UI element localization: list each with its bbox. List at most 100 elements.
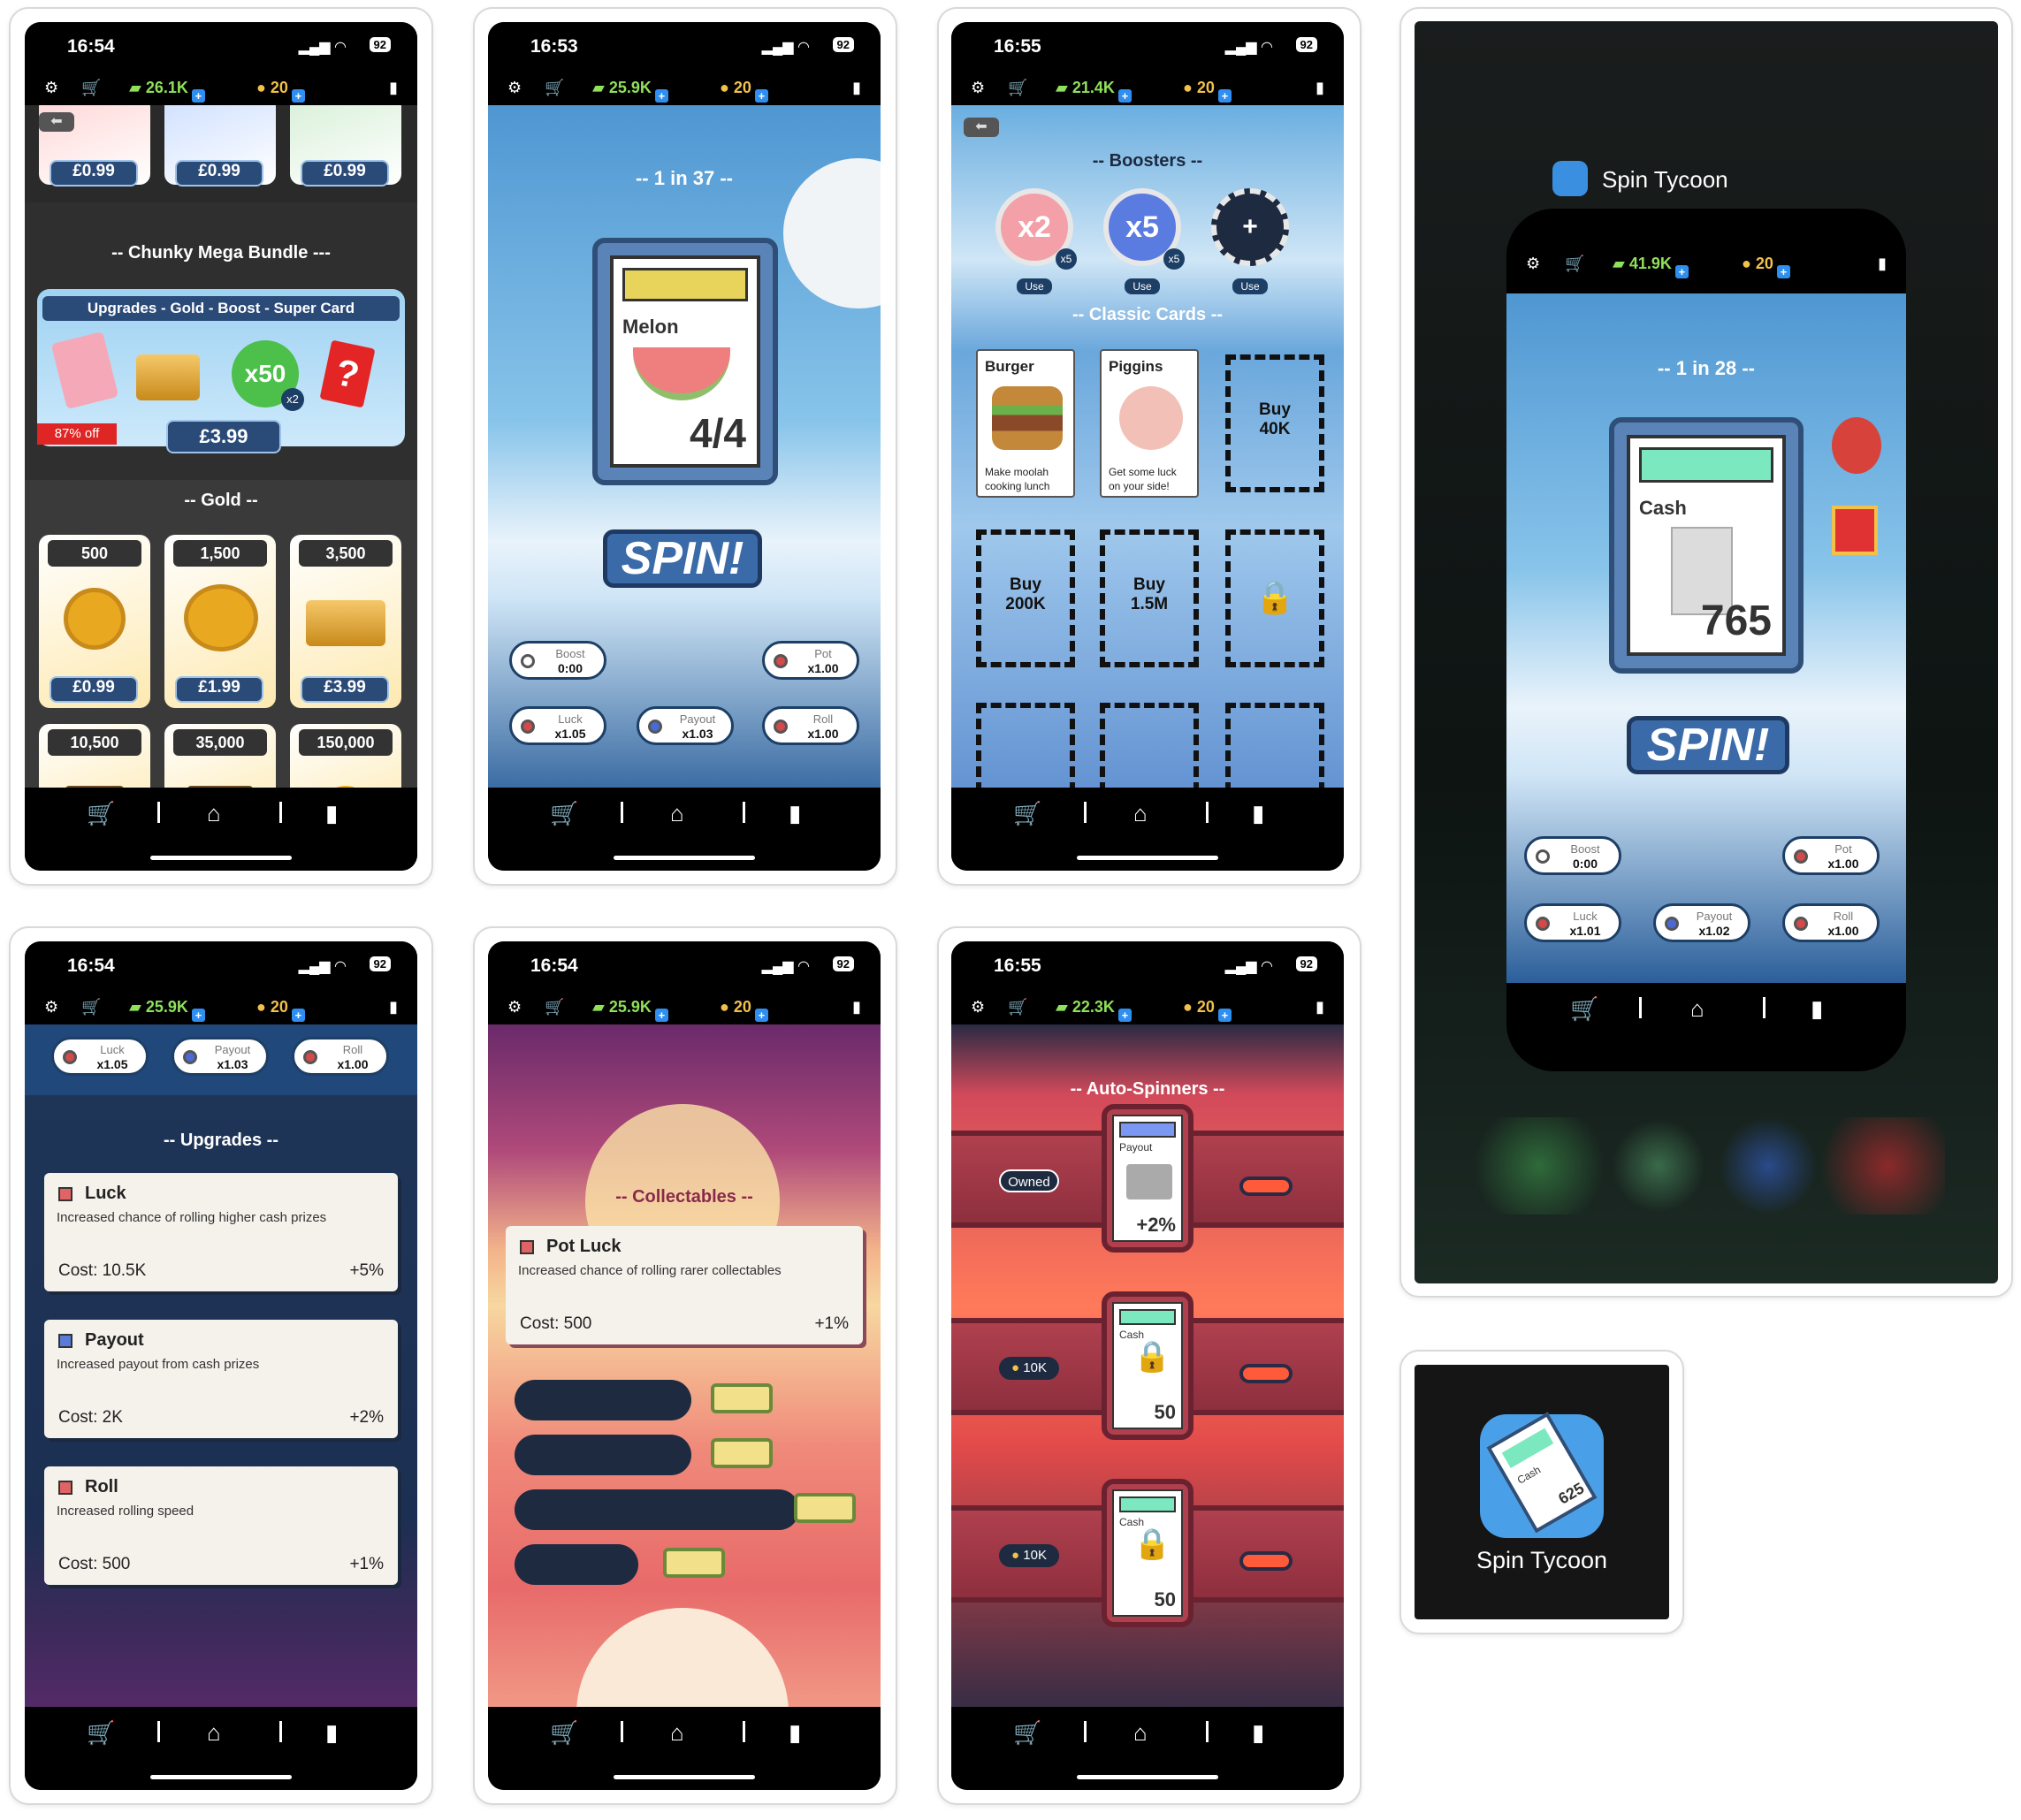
- toggle-switch[interactable]: [1239, 1364, 1293, 1383]
- home-icon[interactable]: ⌂: [207, 1719, 221, 1747]
- cart-icon[interactable]: 🛒: [1008, 998, 1027, 1017]
- bundle-panel[interactable]: Upgrades - Gold - Boost - Super Card x50…: [37, 289, 405, 453]
- cart-icon[interactable]: 🛒: [550, 800, 578, 827]
- price-badge[interactable]: ● 10K: [999, 1544, 1059, 1567]
- cart-icon[interactable]: 🛒: [1013, 800, 1041, 827]
- pot-pill[interactable]: Pot x1.00: [762, 641, 859, 680]
- cards-icon[interactable]: ▮: [1316, 79, 1324, 97]
- upgrade-card-payout[interactable]: Payout Increased payout from cash prizes…: [44, 1320, 398, 1438]
- cards-icon[interactable]: ▮: [389, 998, 398, 1017]
- cart-icon[interactable]: 🛒: [81, 79, 101, 97]
- home-icon[interactable]: ⌂: [670, 800, 684, 827]
- buy-slot[interactable]: Buy 1.5M: [1100, 529, 1199, 667]
- back-arrow-icon[interactable]: ⬅: [964, 118, 999, 137]
- roll-pill[interactable]: Roll x1.00: [292, 1037, 389, 1076]
- home-indicator[interactable]: [614, 856, 755, 860]
- gear-icon[interactable]: ⚙: [971, 998, 985, 1017]
- home-indicator[interactable]: [1077, 856, 1218, 860]
- add-gold-button[interactable]: +: [291, 89, 305, 103]
- cash-chest-button[interactable]: [711, 1383, 773, 1413]
- autospinner-card[interactable]: Cash 🔒 50: [1102, 1479, 1194, 1627]
- home-icon[interactable]: ⌂: [207, 800, 221, 827]
- luck-pill[interactable]: Luck x1.05: [509, 706, 606, 745]
- gold-tile[interactable]: 3,500 £3.99: [290, 535, 401, 708]
- gold-tile[interactable]: 500 £0.99: [39, 535, 150, 708]
- use-button[interactable]: Use: [1232, 278, 1268, 294]
- upgrade-card-luck[interactable]: Luck Increased chance of rolling higher …: [44, 1173, 398, 1291]
- gear-icon[interactable]: ⚙: [507, 998, 522, 1017]
- autospinner-card[interactable]: Payout +2%: [1102, 1104, 1194, 1253]
- cards-icon[interactable]: ▮: [1252, 800, 1264, 827]
- add-cash-button[interactable]: +: [191, 89, 205, 103]
- bundle-price-button[interactable]: £3.99: [166, 420, 281, 453]
- cards-icon[interactable]: ▮: [1252, 1719, 1264, 1747]
- cash-chest-button[interactable]: [663, 1548, 725, 1578]
- autospinner-card[interactable]: Cash 🔒 50: [1102, 1291, 1194, 1440]
- add-gold-button[interactable]: +: [754, 89, 768, 103]
- gold-price-button[interactable]: £1.99: [175, 676, 263, 703]
- cards-icon[interactable]: ▮: [852, 998, 861, 1017]
- luck-pill[interactable]: Luck x1.05: [51, 1037, 149, 1076]
- payout-pill[interactable]: Payout x1.03: [172, 1037, 269, 1076]
- add-gold-button[interactable]: +: [1217, 1009, 1232, 1022]
- home-indicator[interactable]: [1077, 1775, 1218, 1779]
- home-icon[interactable]: ⌂: [1133, 800, 1148, 827]
- use-button[interactable]: Use: [1017, 278, 1052, 294]
- upgrade-card-roll[interactable]: Roll Increased rolling speed Cost: 500 +…: [44, 1466, 398, 1585]
- cards-icon[interactable]: ▮: [789, 800, 801, 827]
- home-indicator[interactable]: [150, 856, 292, 860]
- add-cash-button[interactable]: +: [654, 89, 668, 103]
- cart-icon[interactable]: 🛒: [81, 998, 101, 1017]
- gold-tile[interactable]: 1,500 £1.99: [164, 535, 276, 708]
- use-button[interactable]: Use: [1125, 278, 1160, 294]
- gear-icon[interactable]: ⚙: [44, 998, 58, 1017]
- toggle-switch[interactable]: [1239, 1177, 1293, 1196]
- toggle-switch[interactable]: [1239, 1551, 1293, 1571]
- home-icon[interactable]: ⌂: [1133, 1719, 1148, 1747]
- cart-icon[interactable]: 🛒: [550, 1719, 578, 1747]
- add-gold-button[interactable]: +: [291, 1009, 305, 1022]
- add-gold-button[interactable]: +: [1217, 89, 1232, 103]
- payout-pill[interactable]: Payout x1.03: [637, 706, 734, 745]
- cards-icon[interactable]: ▮: [1316, 998, 1324, 1017]
- home-indicator[interactable]: [150, 1775, 292, 1779]
- classic-card-piggins[interactable]: Piggins Get some luck on your side!: [1100, 349, 1199, 498]
- buy-slot[interactable]: Buy 40K: [1225, 354, 1324, 492]
- buy-slot[interactable]: Buy 200K: [976, 529, 1075, 667]
- cart-icon[interactable]: 🛒: [545, 79, 564, 97]
- booster-add[interactable]: +: [1211, 188, 1289, 266]
- boost-pill[interactable]: Boost 0:00: [509, 641, 606, 680]
- gold-price-button[interactable]: £0.99: [50, 676, 138, 703]
- price-button[interactable]: £0.99: [175, 160, 263, 187]
- cash-chest-button[interactable]: [794, 1493, 856, 1523]
- add-cash-button[interactable]: +: [191, 1009, 205, 1022]
- home-indicator[interactable]: [614, 1775, 755, 1779]
- cards-icon[interactable]: ▮: [325, 800, 338, 827]
- cards-icon[interactable]: ▮: [325, 1719, 338, 1747]
- classic-card-burger[interactable]: Burger Make moolah cooking lunch: [976, 349, 1075, 498]
- cash-chest-button[interactable]: [711, 1438, 773, 1468]
- back-arrow-icon[interactable]: ⬅: [39, 112, 74, 132]
- gold-price-button[interactable]: £3.99: [301, 676, 389, 703]
- add-cash-button[interactable]: +: [1117, 89, 1132, 103]
- cards-icon[interactable]: ▮: [789, 1719, 801, 1747]
- cart-icon[interactable]: 🛒: [1008, 79, 1027, 97]
- gear-icon[interactable]: ⚙: [44, 79, 58, 97]
- add-cash-button[interactable]: +: [1117, 1009, 1132, 1022]
- cards-icon[interactable]: ▮: [389, 79, 398, 97]
- home-icon[interactable]: ⌂: [670, 1719, 684, 1747]
- switcher-app-card[interactable]: ⚙ 🛒 ▰ 41.9K + ● 20 + ▮ -- 1 in 28 -- Cash …: [1506, 209, 1906, 1071]
- upgrade-card-pot-luck[interactable]: Pot Luck Increased chance of rolling rar…: [506, 1226, 863, 1344]
- price-button[interactable]: £0.99: [50, 160, 138, 187]
- add-cash-button[interactable]: +: [654, 1009, 668, 1022]
- gear-icon[interactable]: ⚙: [507, 79, 522, 97]
- app-icon[interactable]: Cash 625: [1480, 1412, 1604, 1538]
- cards-icon[interactable]: ▮: [852, 79, 861, 97]
- price-button[interactable]: £0.99: [301, 160, 389, 187]
- cart-icon[interactable]: 🛒: [87, 1719, 115, 1747]
- price-badge[interactable]: ● 10K: [999, 1357, 1059, 1380]
- add-gold-button[interactable]: +: [754, 1009, 768, 1022]
- spin-button[interactable]: SPIN!: [603, 529, 762, 588]
- cart-icon[interactable]: 🛒: [545, 998, 564, 1017]
- gear-icon[interactable]: ⚙: [971, 79, 985, 97]
